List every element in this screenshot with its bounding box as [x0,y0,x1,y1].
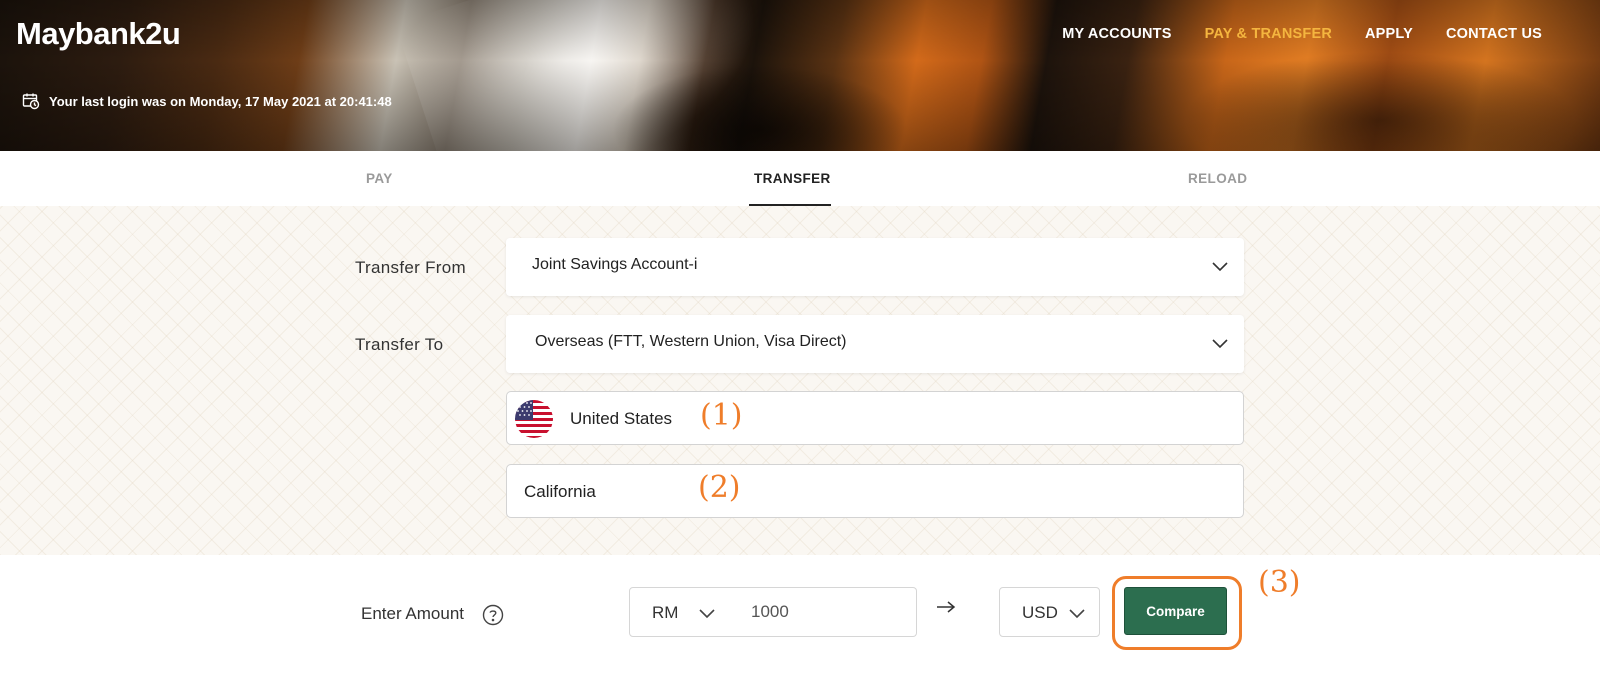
country-value: United States [570,409,673,428]
chevron-down-icon [1212,262,1228,272]
maybank-logo[interactable]: Maybank2u [16,16,181,52]
last-login-info: Your last login was on Monday, 17 May 20… [22,92,392,110]
chevron-down-icon [1212,339,1228,349]
tab-pay[interactable]: PAY [366,171,393,186]
banner-shade [0,0,1600,151]
us-flag-icon [515,400,553,438]
calendar-clock-icon [22,93,40,110]
transfer-from-value: Joint Savings Account-i [532,256,698,273]
nav-contact-us[interactable]: CONTACT US [1446,26,1542,42]
amount-field[interactable] [729,587,917,637]
to-currency-value: USD [1022,603,1058,622]
annotation-1: (1) [700,398,743,433]
enter-amount-label: Enter Amount [361,604,465,623]
tab-reload[interactable]: RELOAD [1188,171,1247,186]
pay-transfer-tabs: PAY TRANSFER RELOAD [0,151,1600,206]
state-value: California [524,482,596,501]
chevron-down-icon [1069,609,1085,619]
transfer-to-select[interactable]: Overseas (FTT, Western Union, Visa Direc… [506,315,1244,373]
to-currency-select[interactable]: USD [999,587,1100,637]
transfer-to-value: Overseas (FTT, Western Union, Visa Direc… [535,333,847,350]
tab-transfer[interactable]: TRANSFER [754,171,831,186]
transfer-to-label: Transfer To [355,335,444,354]
nav-apply[interactable]: APPLY [1365,26,1413,42]
amount-input[interactable] [751,602,901,622]
transfer-from-label: Transfer From [355,258,466,277]
compare-button[interactable]: Compare [1124,587,1227,635]
main-nav: MY ACCOUNTS PAY & TRANSFER APPLY CONTACT… [1062,26,1542,42]
chevron-down-icon [699,609,715,619]
country-select[interactable]: United States [506,391,1244,445]
nav-my-accounts[interactable]: MY ACCOUNTS [1062,26,1171,42]
state-select[interactable]: California [506,464,1244,518]
arrow-right-icon [937,601,956,613]
nav-pay-transfer[interactable]: PAY & TRANSFER [1205,26,1332,42]
transfer-from-select[interactable]: Joint Savings Account-i [506,238,1244,296]
help-icon[interactable] [482,604,504,626]
header-banner [0,0,1600,151]
from-currency-value: RM [652,603,679,622]
from-currency-select[interactable]: RM [629,587,730,637]
annotation-2: (2) [698,470,741,505]
last-login-text: Your last login was on Monday, 17 May 20… [49,93,392,109]
annotation-3: (3) [1258,565,1301,600]
